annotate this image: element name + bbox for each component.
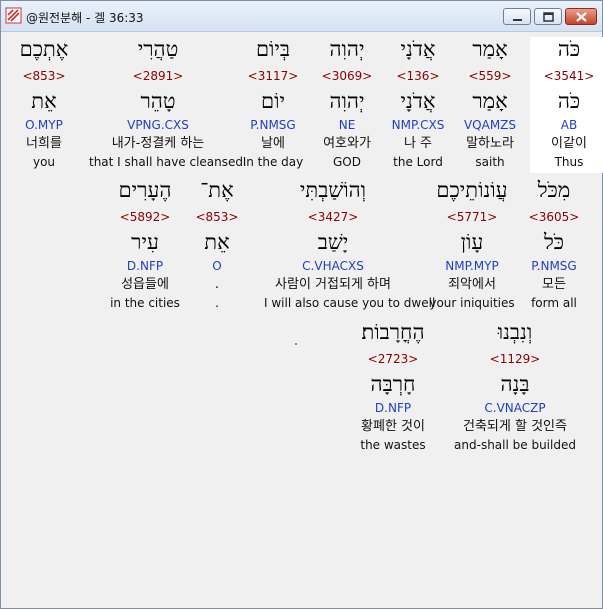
lexical-form: אָמַר: [472, 89, 508, 113]
strong-number[interactable]: <3427>: [294, 210, 372, 224]
parsing-code: O: [212, 259, 222, 273]
lexical-form: יְהוִה: [329, 89, 365, 113]
strong-number[interactable]: <3541>: [530, 69, 603, 83]
strong-number[interactable]: <2891>: [119, 69, 197, 83]
korean-gloss: 성읍들에: [121, 277, 169, 292]
app-window: @원전분해 - 겔 36:33 כֹּה <3541> כֹּה AB 이같이 …: [0, 0, 603, 609]
hebrew-word: מִכֹּל: [537, 178, 571, 202]
minimize-icon: [513, 19, 522, 21]
hebrew-word: וְנִבְנוּ: [497, 320, 533, 344]
hebrew-word: כֹּה: [557, 37, 581, 61]
strong-number[interactable]: <136>: [379, 69, 457, 83]
korean-gloss: 내가-정결케 하는: [111, 136, 205, 151]
word-2-2[interactable]: עֲוֹנוֹתֵיכֶם <5771> עָוֹן NMP.MYP 죄악에서 …: [429, 178, 514, 314]
word-1-2[interactable]: אָמַר <559> אָמַר VQAMZS 말하노라 saith: [451, 37, 529, 173]
hebrew-word: טַהֲרִי: [137, 37, 179, 61]
stray-dot: [295, 343, 297, 345]
parsing-code: NMP.MYP: [445, 259, 499, 273]
word-2-3[interactable]: וְהוֹשַׁבְתִּי <3427> יָשַׁב C.VHACXS 사람…: [264, 178, 435, 314]
word-1-3[interactable]: אֲדֹנָי <136> אֲדֹנָי NMP.CXS 나 주 the Lo…: [379, 37, 457, 173]
word-2-5[interactable]: הֶעָרִים <5892> עִיר D.NFP 성읍들에 in the c…: [106, 178, 184, 314]
korean-gloss: 너희를: [26, 136, 62, 151]
korean-gloss: 날에: [261, 136, 285, 151]
word-3-2[interactable]: הֶחֳרָבוֹת׃ <2723> חָרְבָּה D.NFP 황폐한 것이…: [354, 320, 432, 456]
lexical-form: עָוֹן: [460, 230, 484, 254]
lexical-form: יוֹם: [261, 89, 285, 113]
hebrew-word: יְהוִה: [329, 37, 365, 61]
parsing-code: D.NFP: [374, 401, 412, 415]
parsing-code: NMP.CXS: [391, 118, 445, 132]
title-bar[interactable]: @원전분해 - 겔 36:33: [1, 1, 602, 32]
word-1-7[interactable]: אֶתְכֶם <853> אֵת O.MYP 너희를 you: [5, 37, 83, 173]
strong-number[interactable]: <3069>: [308, 69, 386, 83]
strong-number[interactable]: <3605>: [515, 210, 593, 224]
parsing-code: O.MYP: [25, 118, 63, 132]
hebrew-word: אֲדֹנָי: [400, 37, 436, 61]
word-2-1[interactable]: מִכֹּל <3605> כֹּל P.NMSG 모든 form all: [515, 178, 593, 314]
strong-number[interactable]: <1129>: [476, 352, 554, 366]
strong-number[interactable]: <2723>: [354, 352, 432, 366]
lexical-form: אֵת: [204, 230, 230, 254]
word-1-6[interactable]: טַהֲרִי <2891> טָהֵר VPNG.CXS 내가-정결케 하는 …: [89, 37, 243, 173]
close-icon: [576, 12, 587, 22]
parsing-code: P.NMSG: [250, 118, 296, 132]
lexical-form: כֹּל: [543, 230, 565, 254]
parsing-code: AB: [560, 118, 578, 132]
hebrew-word: הֶחֳרָבוֹת׃: [361, 320, 425, 344]
english-gloss: in the cities: [110, 296, 180, 310]
word-1-4[interactable]: יְהוִה <3069> יְהוִה NE 여호와가 GOD: [308, 37, 386, 173]
korean-gloss: 사람이 거접되게 하며: [275, 277, 391, 292]
lexical-form: אֵת: [31, 89, 57, 113]
hebrew-word: וְהוֹשַׁבְתִּי: [299, 178, 367, 202]
english-gloss: and-shall be builded: [454, 438, 576, 452]
strong-number[interactable]: <853>: [5, 69, 83, 83]
hebrew-word: בְּיוֹם: [255, 37, 291, 61]
word-1-5[interactable]: בְּיוֹם <3117> יוֹם P.NMSG 날에 In the day: [234, 37, 312, 173]
hebrew-word: אֶתְכֶם: [19, 37, 69, 61]
maximize-button[interactable]: [534, 8, 562, 25]
strong-number[interactable]: <853>: [178, 210, 256, 224]
parsing-code: D.NFP: [126, 259, 164, 273]
parsing-code: C.VNACZP: [484, 401, 546, 415]
maximize-icon: [543, 12, 554, 22]
lexical-form: עִיר: [131, 230, 159, 254]
window-title: @원전분해 - 겔 36:33: [26, 11, 144, 25]
word-2-4[interactable]: אֶת־ <853> אֵת O . .: [178, 178, 256, 314]
app-icon: [5, 7, 22, 24]
hebrew-word: אָמַר: [472, 37, 508, 61]
lexical-form: חָרְבָּה: [370, 372, 416, 396]
lexical-form: בָּנָה: [500, 372, 530, 396]
strong-number[interactable]: <5771>: [433, 210, 511, 224]
lexical-form: אֲדֹנָי: [400, 89, 436, 113]
interlinear-panel: כֹּה <3541> כֹּה AB 이같이 Thus אָמַר <559>…: [5, 32, 603, 604]
korean-gloss: 죄악에서: [448, 277, 496, 292]
parsing-code: C.VHACXS: [302, 259, 364, 273]
strong-number[interactable]: <5892>: [106, 210, 184, 224]
lexical-form: כֹּה: [557, 89, 581, 113]
hebrew-word: הֶעָרִים: [118, 178, 172, 202]
hebrew-word: עֲוֹנוֹתֵיכֶם: [436, 178, 508, 202]
korean-gloss: 황폐한 것이: [361, 419, 425, 434]
strong-number[interactable]: <3117>: [234, 69, 312, 83]
word-1-1[interactable]: כֹּה <3541> כֹּה AB 이같이 Thus: [530, 37, 603, 173]
parsing-code: P.NMSG: [531, 259, 577, 273]
close-button[interactable]: [565, 8, 597, 25]
english-gloss: the wastes: [360, 438, 426, 452]
minimize-button[interactable]: [503, 8, 531, 25]
korean-gloss: 건축되게 할 것인즉: [463, 419, 567, 434]
strong-number[interactable]: <559>: [451, 69, 529, 83]
word-3-1[interactable]: וְנִבְנוּ <1129> בָּנָה C.VNACZP 건축되게 할 …: [454, 320, 576, 456]
hebrew-word: אֶת־: [200, 178, 234, 202]
english-gloss: you: [32, 155, 56, 169]
lexical-form: טָהֵר: [140, 89, 176, 113]
parsing-code: NE: [338, 118, 356, 132]
parsing-code: VQAMZS: [463, 118, 517, 132]
parsing-code: VPNG.CXS: [127, 118, 189, 132]
lexical-form: יָשַׁב: [317, 230, 349, 254]
